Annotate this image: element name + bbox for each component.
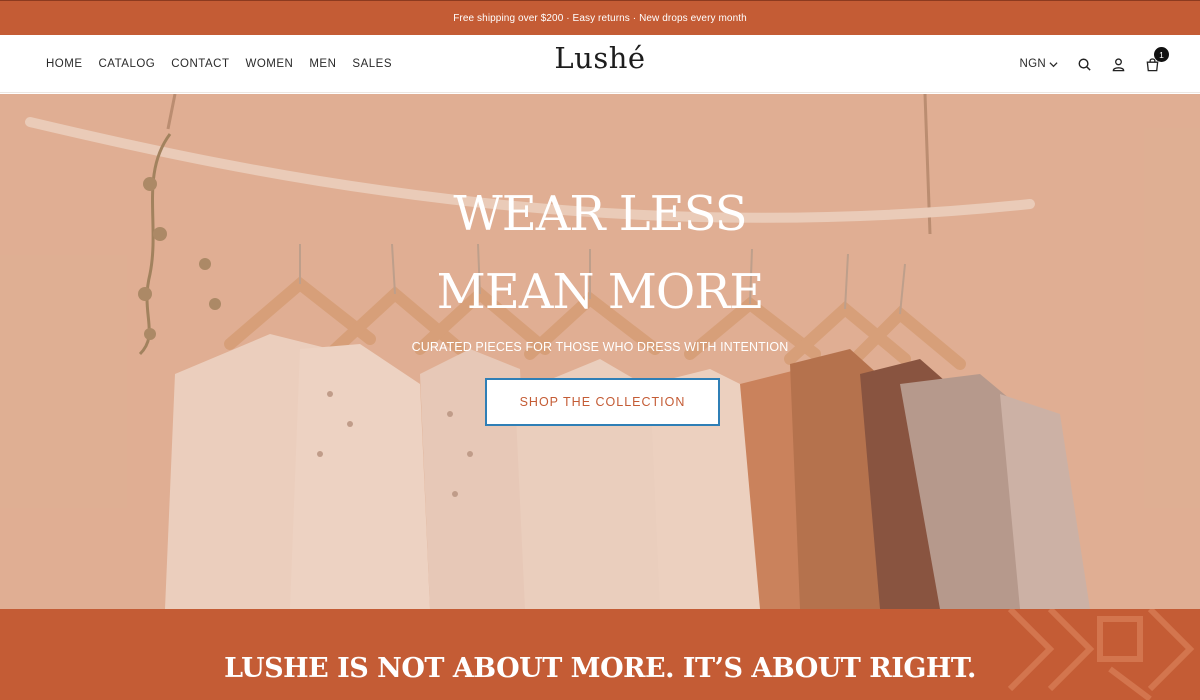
cart-count-badge: 1: [1154, 47, 1169, 62]
brand-statement-band: LUSHE IS NOT ABOUT MORE. IT’S ABOUT RIGH…: [0, 609, 1200, 700]
nav-women[interactable]: WOMEN: [245, 58, 293, 70]
announcement-text: Free shipping over $200 · Easy returns ·…: [453, 12, 747, 24]
hero-subtitle: CURATED PIECES FOR THOSE WHO DRESS WITH …: [411, 340, 789, 354]
search-icon: [1078, 58, 1091, 71]
currency-label: NGN: [1019, 58, 1046, 70]
shop-collection-button[interactable]: SHOP THE COLLECTION: [485, 378, 720, 426]
brand-logo[interactable]: Lushé: [554, 41, 645, 75]
user-icon: [1112, 57, 1124, 71]
hero-title-line-1: WEAR LESS: [453, 186, 747, 242]
nav-sales[interactable]: SALES: [352, 58, 392, 70]
cart-button[interactable]: 1: [1144, 47, 1169, 72]
account-button[interactable]: [1110, 56, 1126, 72]
nav-catalog[interactable]: CATALOG: [99, 58, 156, 70]
brand-statement: LUSHE IS NOT ABOUT MORE. IT’S ABOUT RIGH…: [224, 653, 976, 684]
nav-home[interactable]: HOME: [46, 58, 83, 70]
hero-title-line-2: MEAN MORE: [436, 264, 765, 320]
chevron-down-icon: [1049, 61, 1058, 67]
site-header: HOME CATALOG CONTACT WOMEN MEN SALES Lus…: [0, 35, 1200, 93]
main-nav: HOME CATALOG CONTACT WOMEN MEN SALES: [46, 35, 392, 93]
currency-selector[interactable]: NGN: [1020, 58, 1058, 70]
header-tools: NGN 1: [1020, 35, 1169, 93]
search-button[interactable]: [1076, 56, 1092, 72]
nav-men[interactable]: MEN: [309, 58, 336, 70]
nav-contact[interactable]: CONTACT: [171, 58, 229, 70]
hero-banner: WEAR LESS MEAN MORE CURATED PIECES FOR T…: [0, 94, 1200, 609]
announcement-bar: Free shipping over $200 · Easy returns ·…: [0, 0, 1200, 35]
